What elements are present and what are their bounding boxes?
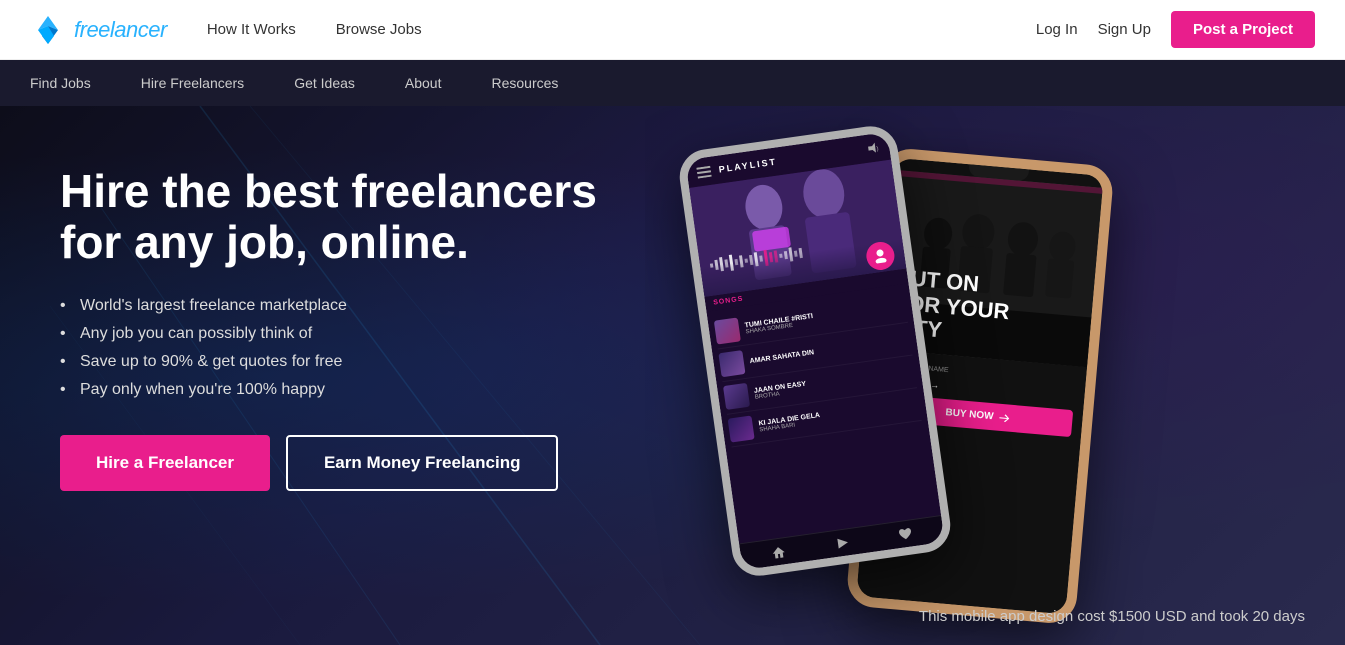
about-link[interactable]: About — [405, 75, 442, 91]
top-nav-right: Log In Sign Up Post a Project — [1036, 11, 1315, 48]
login-link[interactable]: Log In — [1036, 21, 1078, 38]
menu-icon — [696, 165, 711, 178]
hire-freelancer-button[interactable]: Hire a Freelancer — [60, 435, 270, 491]
follower-badge — [865, 240, 897, 272]
thumb-1 — [714, 317, 741, 344]
hero-section: Hire the best freelancers for any job, o… — [0, 106, 1345, 645]
thumb-3 — [723, 383, 750, 410]
signup-link[interactable]: Sign Up — [1098, 21, 1151, 38]
profile-icon — [873, 248, 889, 264]
playlist-items: TUMI CHAILE #RISTI SHAKA SOMBRE AMAR SAH… — [706, 283, 941, 543]
svg-text:): ) — [876, 146, 879, 152]
post-project-button[interactable]: Post a Project — [1171, 11, 1315, 48]
find-jobs-link[interactable]: Find Jobs — [30, 75, 91, 91]
how-it-works-link[interactable]: How It Works — [207, 21, 296, 38]
top-nav: freelancer How It Works Browse Jobs Log … — [0, 0, 1345, 60]
resources-link[interactable]: Resources — [491, 75, 558, 91]
hero-title: Hire the best freelancers for any job, o… — [60, 166, 620, 267]
hero-content: Hire the best freelancers for any job, o… — [60, 166, 620, 491]
arrow-right-icon — [999, 413, 1010, 422]
heart-icon — [897, 526, 913, 542]
caption-text: This mobile app design cost $1500 USD an… — [919, 608, 1305, 625]
buy-btn-label: BUY NOW — [945, 407, 994, 422]
play-icon — [834, 535, 850, 551]
secondary-nav: Find Jobs Hire Freelancers Get Ideas Abo… — [0, 60, 1345, 106]
hero-phones: PLAYLIST ) — [645, 106, 1345, 645]
songs-tab: SONGS — [713, 295, 744, 306]
hero-buttons: Hire a Freelancer Earn Money Freelancing — [60, 435, 620, 491]
top-nav-links: How It Works Browse Jobs — [207, 21, 1036, 38]
home-icon — [771, 544, 787, 560]
bullet-4: Pay only when you're 100% happy — [60, 381, 620, 399]
browse-jobs-link[interactable]: Browse Jobs — [336, 21, 422, 38]
bullet-3: Save up to 90% & get quotes for free — [60, 353, 620, 371]
playlist-label: PLAYLIST — [718, 157, 778, 175]
freelancer-logo-icon — [30, 16, 66, 44]
thumb-4 — [728, 415, 755, 442]
logo-text: freelancer — [74, 17, 167, 43]
bullet-1: World's largest freelance marketplace — [60, 297, 620, 315]
hero-bullets: World's largest freelance marketplace An… — [60, 297, 620, 399]
speaker-icon: ) — [865, 141, 881, 155]
get-ideas-link[interactable]: Get Ideas — [294, 75, 355, 91]
hero-caption: This mobile app design cost $1500 USD an… — [919, 608, 1305, 625]
logo[interactable]: freelancer — [30, 16, 167, 44]
thumb-2 — [718, 350, 745, 377]
hire-freelancers-link[interactable]: Hire Freelancers — [141, 75, 244, 91]
bullet-2: Any job you can possibly think of — [60, 325, 620, 343]
earn-money-button[interactable]: Earn Money Freelancing — [286, 435, 559, 491]
